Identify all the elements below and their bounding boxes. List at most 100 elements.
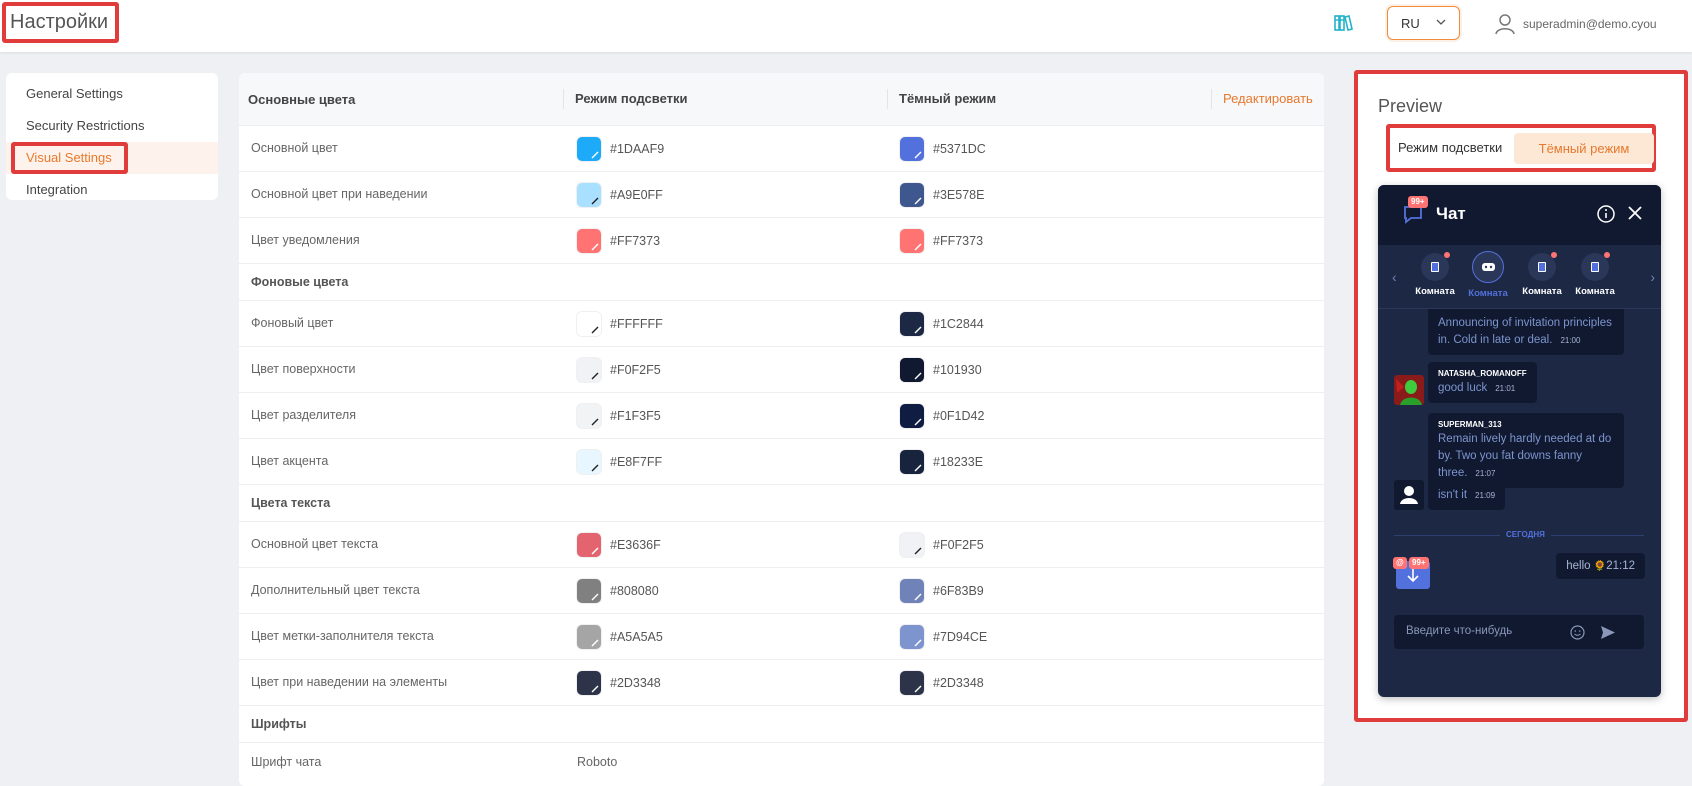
pencil-icon	[914, 372, 922, 379]
light-color-cell: #2D3348	[577, 670, 661, 695]
row-label: Основной цвет	[251, 141, 338, 155]
section-text-colors: Цвета текста	[239, 484, 1324, 521]
pencil-icon	[914, 151, 922, 158]
color-hex: #FFFFFF	[610, 316, 663, 331]
user-menu[interactable]: superadmin@demo.cyou	[1495, 12, 1657, 36]
mode-light-option[interactable]: Режим подсветки	[1398, 140, 1502, 155]
pencil-icon	[591, 418, 599, 425]
color-swatch[interactable]	[577, 136, 601, 161]
color-swatch[interactable]	[900, 357, 924, 382]
pencil-icon	[591, 547, 599, 554]
table-row: Цвет метки-заполнителя текста #A5A5A5 #7…	[239, 613, 1324, 659]
color-swatch[interactable]	[900, 624, 924, 649]
light-color-cell: #A5A5A5	[577, 624, 663, 649]
color-swatch[interactable]	[577, 624, 601, 649]
page-title: Настройки	[2, 2, 119, 43]
outgoing-message: hello 🌻21:12	[1556, 553, 1645, 579]
room-item[interactable]: Комната	[1570, 252, 1620, 297]
highlight-box	[11, 142, 128, 174]
pencil-icon	[591, 243, 599, 250]
dark-color-cell: #FF7373	[900, 228, 983, 253]
dark-color-cell: #5371DC	[900, 136, 986, 161]
color-swatch[interactable]	[900, 449, 924, 474]
color-hex: #1DAAF9	[610, 141, 665, 156]
emoji-icon[interactable]	[1570, 625, 1585, 640]
chevron-left-icon[interactable]: ‹	[1392, 269, 1397, 285]
light-color-cell: #E3636F	[577, 532, 661, 557]
room-avatar	[1421, 252, 1450, 281]
color-hex: #FF7373	[933, 233, 984, 248]
color-swatch[interactable]	[900, 578, 924, 603]
pencil-icon	[591, 197, 599, 204]
light-color-cell: #F1F3F5	[577, 403, 661, 428]
color-settings-table: Основные цвета Режим подсветки Тёмный ре…	[239, 73, 1324, 786]
chevron-right-icon[interactable]: ›	[1650, 269, 1655, 285]
close-icon[interactable]	[1627, 205, 1643, 221]
color-hex: #E3636F	[610, 537, 661, 552]
pencil-icon	[591, 151, 599, 158]
color-swatch[interactable]	[577, 578, 601, 603]
language-value: RU	[1401, 15, 1420, 31]
preview-panel: Preview Режим подсветки Тёмный режим 99+…	[1354, 70, 1688, 722]
chat-message: NATASHA_ROMANOFF good luck 21:01	[1428, 362, 1537, 403]
color-swatch[interactable]	[900, 182, 924, 207]
color-hex: #F0F2F5	[933, 537, 984, 552]
pencil-icon	[914, 418, 922, 425]
nav-item-visual-settings[interactable]: Visual Settings	[6, 142, 218, 174]
info-icon[interactable]	[1596, 204, 1616, 224]
color-swatch[interactable]	[577, 311, 601, 336]
pencil-icon	[914, 547, 922, 554]
send-icon[interactable]	[1600, 625, 1616, 640]
chat-message: Announcing of invitation principles in. …	[1428, 309, 1624, 355]
message-text: Announcing of invitation principles in. …	[1438, 317, 1612, 346]
pencil-icon	[591, 326, 599, 333]
message-input[interactable]: Введите что-нибудь	[1394, 615, 1644, 649]
scroll-unread-badge: 99+	[1409, 557, 1429, 569]
color-swatch[interactable]	[577, 182, 601, 207]
color-swatch[interactable]	[900, 228, 924, 253]
color-swatch[interactable]	[577, 357, 601, 382]
library-icon[interactable]	[1334, 13, 1354, 33]
color-hex: #0F1D42	[933, 408, 985, 423]
dark-color-cell: #0F1D42	[900, 403, 984, 428]
header-light-mode: Режим подсветки	[563, 89, 688, 109]
nav-item-security-restrictions[interactable]: Security Restrictions	[6, 110, 218, 142]
room-item-selected[interactable]: Комната	[1463, 251, 1513, 299]
message-author: SUPERMAN_313	[1438, 420, 1502, 429]
color-swatch[interactable]	[900, 311, 924, 336]
color-swatch[interactable]	[577, 228, 601, 253]
table-row: Цвет акцента #E8F7FF #18233E	[239, 438, 1324, 484]
pencil-icon	[914, 593, 922, 600]
room-item[interactable]: Комната	[1410, 252, 1460, 297]
chevron-down-icon	[1436, 19, 1446, 25]
gamepad-icon	[1481, 263, 1495, 271]
header-main-colors: Основные цвета	[248, 91, 356, 107]
color-swatch[interactable]	[577, 449, 601, 474]
message-time: 21:00	[1560, 336, 1581, 345]
light-color-cell: #E8F7FF	[577, 449, 662, 474]
nav-item-integration[interactable]: Integration	[6, 174, 218, 206]
color-swatch[interactable]	[577, 403, 601, 428]
color-swatch[interactable]	[900, 403, 924, 428]
color-swatch[interactable]	[900, 532, 924, 557]
light-color-cell: #A9E0FF	[577, 182, 663, 207]
color-hex: #2D3348	[933, 675, 984, 690]
mode-dark-option[interactable]: Тёмный режим	[1514, 133, 1654, 164]
language-select[interactable]: RU	[1387, 6, 1460, 40]
nav-item-general-settings[interactable]: General Settings	[6, 78, 218, 110]
dark-color-cell: #F0F2F5	[900, 532, 984, 557]
color-swatch[interactable]	[900, 670, 924, 695]
row-label: Цвет уведомления	[251, 233, 360, 247]
color-swatch[interactable]	[577, 532, 601, 557]
section-background-colors: Фоновые цвета	[239, 263, 1324, 300]
row-label: Дополнительный цвет текста	[251, 583, 420, 597]
edit-button[interactable]: Редактировать	[1211, 89, 1313, 109]
header-dark-mode: Тёмный режим	[887, 89, 996, 109]
message-text: isn't it	[1438, 489, 1468, 501]
color-swatch[interactable]	[577, 670, 601, 695]
color-hex: #2D3348	[610, 675, 661, 690]
room-item[interactable]: Комната	[1517, 252, 1567, 297]
table-row: Цвет поверхности #F0F2F5 #101930	[239, 346, 1324, 392]
color-swatch[interactable]	[900, 136, 924, 161]
row-label: Цвет метки-заполнителя текста	[251, 629, 434, 643]
